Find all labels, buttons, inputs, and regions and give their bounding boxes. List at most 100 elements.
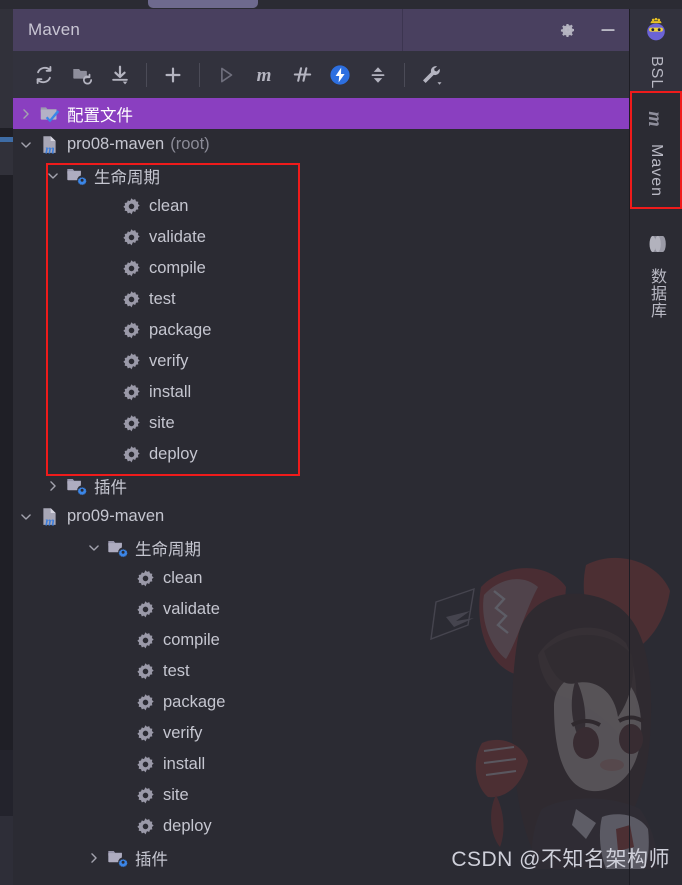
tree-row-label: package xyxy=(149,321,212,339)
rail-item-bsl[interactable]: BSL xyxy=(630,15,682,89)
tree-row-label: 插件 xyxy=(135,850,168,869)
tree-row-label: deploy xyxy=(163,817,212,835)
goal-gear-icon xyxy=(136,600,155,619)
tree-row[interactable]: m pro08-maven (root) xyxy=(13,129,629,160)
right-tool-rail: BSL m Maven 数据库 xyxy=(630,9,682,885)
goal-gear-icon-wrap xyxy=(133,594,157,625)
editor-tab-pill[interactable] xyxy=(148,0,258,8)
header-button-group xyxy=(555,9,621,51)
chevron-down-icon[interactable] xyxy=(15,129,37,160)
goal-gear-icon-wrap xyxy=(119,315,143,346)
rail-item-maven[interactable]: m Maven xyxy=(630,105,682,197)
left-rail-segment-top xyxy=(0,9,13,128)
tree-row[interactable]: m pro09-maven xyxy=(13,501,629,532)
goal-gear-icon xyxy=(122,259,141,278)
goal-gear-icon-wrap xyxy=(133,656,157,687)
tool-window-title: Maven xyxy=(28,20,81,39)
skip-tests-icon[interactable] xyxy=(283,56,321,94)
tree-row-sublabel: (root) xyxy=(170,135,210,153)
tree-row[interactable]: site xyxy=(13,780,629,811)
svg-text:m: m xyxy=(45,514,55,527)
tree-row-label: compile xyxy=(149,259,206,277)
tree-row[interactable]: compile xyxy=(13,625,629,656)
collapse-all-icon[interactable] xyxy=(359,56,397,94)
wrench-dropdown-icon[interactable] xyxy=(412,56,450,94)
chevron-right-icon[interactable] xyxy=(83,842,105,873)
m-letter-icon[interactable]: m xyxy=(245,56,283,94)
goal-gear-icon xyxy=(122,383,141,402)
chevron-down-icon[interactable] xyxy=(42,160,64,191)
goal-gear-icon-wrap xyxy=(133,749,157,780)
tree-row-label: site xyxy=(149,414,175,432)
tree-row[interactable]: site xyxy=(13,408,629,439)
lightning-icon[interactable] xyxy=(321,56,359,94)
goal-gear-icon xyxy=(122,197,141,216)
goal-gear-icon-wrap xyxy=(119,439,143,470)
goal-gear-icon-wrap xyxy=(133,625,157,656)
chevron-right-icon[interactable] xyxy=(42,470,64,501)
tree-row[interactable]: validate xyxy=(13,594,629,625)
tree-row[interactable]: 插件 xyxy=(13,842,629,873)
maven-tool-window-screenshot: Maven m 配置文件 m pro08-maven (root) 生命周期 c… xyxy=(0,0,682,885)
tree-row[interactable]: clean xyxy=(13,191,629,222)
tree-row-label: 生命周期 xyxy=(94,168,160,187)
tree-row[interactable]: deploy xyxy=(13,439,629,470)
tree-row[interactable]: package xyxy=(13,315,629,346)
tree-row[interactable]: compile xyxy=(13,253,629,284)
tree-row[interactable]: test xyxy=(13,656,629,687)
tree-row-label: test xyxy=(163,662,190,680)
profiles-folder-icon xyxy=(39,103,60,124)
goal-gear-icon xyxy=(136,755,155,774)
tree-row[interactable]: 插件 xyxy=(13,470,629,501)
plus-icon[interactable] xyxy=(154,56,192,94)
tree-row-label: package xyxy=(163,693,226,711)
gear-icon[interactable] xyxy=(555,17,581,43)
plugins-folder-icon-wrap xyxy=(105,842,129,873)
goal-gear-icon-wrap xyxy=(133,563,157,594)
header-divider xyxy=(402,9,403,51)
maven-project-tree[interactable]: 配置文件 m pro08-maven (root) 生命周期 clean validate c… xyxy=(13,98,629,885)
goal-gear-icon xyxy=(122,228,141,247)
goal-gear-icon xyxy=(122,445,141,464)
tree-row-label: install xyxy=(163,755,206,773)
tree-row[interactable]: 生命周期 xyxy=(13,160,629,191)
minimize-icon[interactable] xyxy=(595,17,621,43)
tree-row[interactable]: test xyxy=(13,284,629,315)
plugins-folder-icon-wrap xyxy=(64,470,88,501)
tree-row[interactable]: package xyxy=(13,687,629,718)
tree-row[interactable]: verify xyxy=(13,718,629,749)
tree-row[interactable]: validate xyxy=(13,222,629,253)
chevron-down-icon[interactable] xyxy=(83,532,105,563)
tool-window-header: Maven xyxy=(13,9,629,51)
tree-row-label: install xyxy=(149,383,192,401)
chevron-down-icon[interactable] xyxy=(15,501,37,532)
download-icon[interactable] xyxy=(101,56,139,94)
chevron-right-icon[interactable] xyxy=(15,98,37,129)
tree-row[interactable]: install xyxy=(13,377,629,408)
tree-row[interactable]: 配置文件 xyxy=(13,98,629,129)
maven-module-icon-wrap: m xyxy=(37,129,61,160)
goal-gear-icon-wrap xyxy=(119,346,143,377)
goal-gear-icon-wrap xyxy=(133,811,157,842)
top-strip xyxy=(0,0,682,9)
tree-row-label: verify xyxy=(149,352,189,370)
tree-row[interactable]: clean xyxy=(13,563,629,594)
maven-module-icon: m xyxy=(39,506,60,527)
play-icon[interactable] xyxy=(207,56,245,94)
tree-row[interactable]: install xyxy=(13,749,629,780)
tree-row[interactable]: verify xyxy=(13,346,629,377)
tree-row[interactable]: deploy xyxy=(13,811,629,842)
refresh-icon[interactable] xyxy=(25,56,63,94)
rail-item-database[interactable]: 数据库 xyxy=(630,231,682,319)
tree-row[interactable]: 生命周期 xyxy=(13,532,629,563)
folder-refresh-icon[interactable] xyxy=(63,56,101,94)
